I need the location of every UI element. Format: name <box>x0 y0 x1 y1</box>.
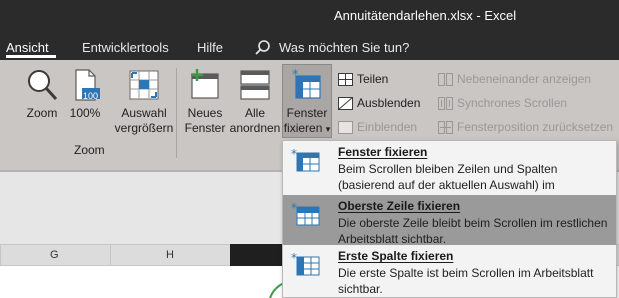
zoom-selection-label-1: Auswahl <box>121 106 167 120</box>
column-header-h[interactable]: H <box>166 249 174 261</box>
menu-item-title: Fenster fixieren <box>338 145 428 159</box>
arrange-all-button[interactable]: Alle anordnen <box>228 68 282 136</box>
column-header-g[interactable]: G <box>50 249 59 261</box>
reset-window-position-button[interactable]: Fensterposition zurücksetzen <box>438 120 613 134</box>
freeze-panes-label-2: fixieren <box>283 121 323 135</box>
freeze-panes-icon: * <box>292 68 321 99</box>
new-window-label-1: Neues <box>187 106 223 120</box>
tab-entwicklertools[interactable]: Entwicklertools <box>82 40 169 55</box>
tab-hilfe[interactable]: Hilfe <box>197 40 223 55</box>
svg-text:*: * <box>292 68 299 83</box>
zoom-to-selection-button[interactable]: Auswahl vergrößern <box>108 68 180 136</box>
svg-text:*: * <box>291 253 297 265</box>
menu-item-title: Oberste Zeile fixieren <box>338 199 461 213</box>
side-by-side-label: Nebeneinander anzeigen <box>457 72 592 86</box>
active-tab-indicator <box>6 55 56 58</box>
split-icon <box>338 73 353 86</box>
side-by-side-icon <box>438 73 453 86</box>
magnifier-icon <box>28 70 58 101</box>
menu-item-freeze-top-row[interactable]: * Oberste Zeile fixieren Die oberste Zei… <box>283 195 616 246</box>
ribbon-tabs: Ansicht Entwicklertools Hilfe Was möchte… <box>0 32 619 60</box>
menu-item-description: Die oberste Zeile bleibt beim Scrollen i… <box>338 216 608 246</box>
zoom-button[interactable]: Zoom <box>22 68 62 121</box>
freeze-top-row-icon: * <box>291 203 320 226</box>
new-window-button[interactable]: Neues Fenster <box>182 68 228 136</box>
freeze-first-column-icon: * <box>291 253 320 276</box>
chevron-down-icon: ▾ <box>325 124 331 134</box>
zoom-100-button[interactable]: 100 100% <box>67 68 103 121</box>
unhide-window-icon <box>338 121 353 134</box>
reset-position-label: Fensterposition zurücksetzen <box>457 120 614 134</box>
sync-scroll-icon <box>438 97 453 110</box>
menu-item-freeze-panes[interactable]: * Fenster fixieren Beim Scrollen bleiben… <box>283 141 616 208</box>
search-icon[interactable] <box>254 39 272 57</box>
freeze-panes-content[interactable]: * Fenster fixieren ▾ <box>282 68 332 137</box>
zoom-selection-label-2: vergrößern <box>114 121 174 135</box>
menu-item-description: Die erste Spalte ist beim Scrollen im Ar… <box>338 266 594 296</box>
new-window-icon <box>191 69 219 99</box>
split-label: Teilen <box>357 72 389 86</box>
menu-item-freeze-first-column[interactable]: * Erste Spalte fixieren Die erste Spalte… <box>283 245 616 297</box>
hide-label: Ausblenden <box>357 96 421 110</box>
unhide-label: Einblenden <box>357 120 418 134</box>
arrange-all-label-1: Alle <box>244 106 265 120</box>
zoom-group-label: Zoom <box>74 143 105 157</box>
window-title: Annuitätendarlehen.xlsx - Excel <box>334 8 517 23</box>
svg-text:*: * <box>291 203 297 215</box>
column-separator <box>0 245 1 267</box>
selected-column-header[interactable] <box>230 244 285 266</box>
column-separator <box>110 245 111 267</box>
synchronous-scrolling-button[interactable]: Synchrones Scrollen <box>438 96 567 110</box>
svg-text:*: * <box>291 149 297 161</box>
tab-ansicht[interactable]: Ansicht <box>6 40 49 55</box>
sync-scroll-label: Synchrones Scrollen <box>457 96 568 110</box>
hide-button[interactable]: Ausblenden <box>338 96 420 110</box>
zoom-label: Zoom <box>26 106 58 120</box>
freeze-panes-label-1: Fenster <box>286 106 328 120</box>
group-separator <box>176 68 177 158</box>
arrange-all-label-2: anordnen <box>229 121 281 135</box>
reset-position-icon <box>438 121 453 134</box>
title-bar: Annuitätendarlehen.xlsx - Excel <box>0 0 619 32</box>
zoom-100-badge: 100 <box>83 91 99 101</box>
unhide-button[interactable]: Einblenden <box>338 120 417 134</box>
freeze-panes-icon: * <box>291 149 320 172</box>
menu-item-title: Erste Spalte fixieren <box>338 249 454 263</box>
split-button[interactable]: Teilen <box>338 72 388 86</box>
zoom-100-label: 100% <box>69 106 101 120</box>
search-input[interactable]: Was möchten Sie tun? <box>279 40 409 55</box>
freeze-panes-menu: * Fenster fixieren Beim Scrollen bleiben… <box>282 140 617 298</box>
hide-window-icon <box>338 97 353 110</box>
arrange-all-icon <box>240 70 270 100</box>
new-window-label-2: Fenster <box>184 121 226 135</box>
zoom-selection-icon <box>129 70 159 100</box>
view-side-by-side-button[interactable]: Nebeneinander anzeigen <box>438 72 591 86</box>
